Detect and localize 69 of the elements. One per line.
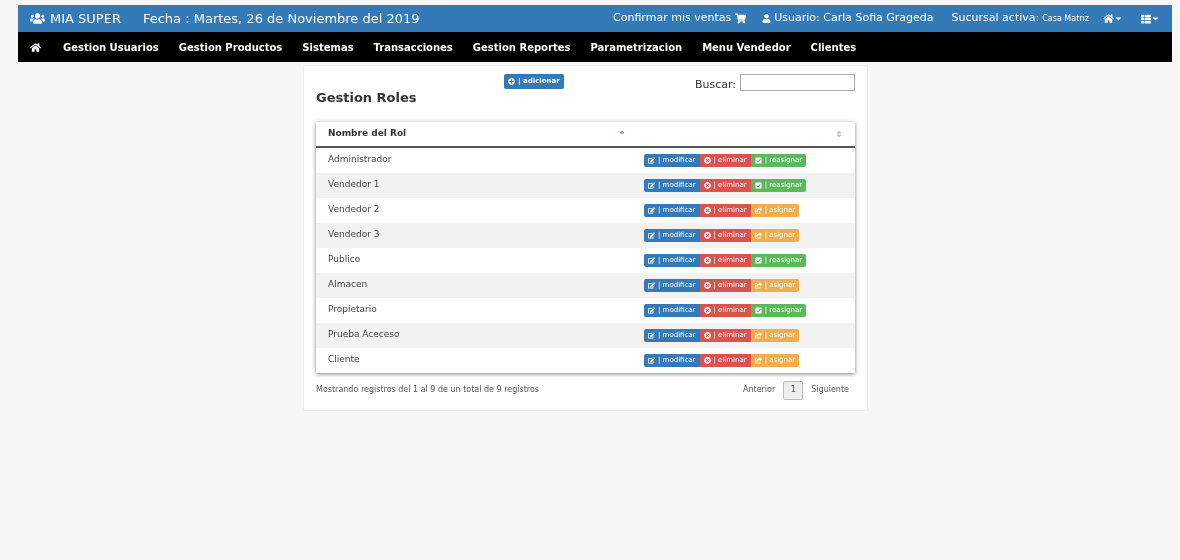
checkbox-icon — [754, 256, 762, 264]
edit-icon — [648, 306, 655, 314]
role-name: Vendedor 1 — [328, 178, 381, 192]
page-button[interactable]: 1 — [783, 380, 804, 400]
share-icon — [754, 231, 762, 239]
role-name: Administrador — [328, 153, 393, 167]
date-text: Fecha : Martes, 26 de Noviembre del 2019 — [142, 9, 420, 28]
role-name: Vendedor 2 — [328, 203, 381, 217]
branch-name: Casa Matriz — [1042, 12, 1089, 25]
edit-icon — [648, 356, 655, 364]
checkbox-icon — [754, 306, 762, 314]
close-icon — [703, 306, 711, 314]
nav-menu-item[interactable]: Menu Vendedor — [692, 39, 801, 55]
share-icon — [754, 281, 762, 289]
user-icon — [762, 14, 772, 23]
column-header[interactable]: Nombre del Rol — [328, 126, 618, 141]
nav-menu-item[interactable]: Gestion Productos — [168, 39, 293, 55]
confirm-sales-link[interactable]: Confirmar mis ventas — [613, 10, 747, 27]
checkbox-icon — [754, 181, 762, 189]
edit-icon — [648, 331, 655, 339]
branch-label: Sucursal activa: — [951, 10, 1040, 27]
share-icon — [754, 206, 762, 214]
close-icon — [703, 181, 711, 189]
nav-menu-item[interactable]: Sistemas — [292, 39, 364, 55]
role-name: Publico — [328, 253, 362, 267]
close-icon — [703, 156, 711, 164]
edit-icon — [648, 181, 655, 189]
home-icon — [30, 41, 41, 53]
search-field[interactable] — [740, 74, 855, 91]
nav-menu-item[interactable]: Gestion Reportes — [462, 39, 581, 55]
users-icon — [30, 11, 45, 26]
caret-icon — [1114, 14, 1123, 23]
plus-icon — [508, 77, 515, 85]
list-icon — [1141, 13, 1151, 24]
nav-menu-item[interactable]: Parametrizacion — [580, 39, 693, 55]
edit-icon — [648, 156, 655, 164]
share-icon — [754, 331, 762, 339]
nav-menu-item[interactable]: Gestion Usuarios — [53, 39, 169, 55]
home-menu-button[interactable] — [1103, 13, 1123, 24]
edit-icon — [648, 206, 655, 214]
close-icon — [703, 206, 711, 214]
close-icon — [703, 256, 711, 264]
search-label: Buscar: — [694, 77, 736, 93]
role-name: Prueba Aceceso — [328, 328, 401, 342]
role-name: Almacen — [328, 278, 369, 292]
role-name: Propietario — [328, 303, 378, 317]
edit-icon — [648, 281, 655, 289]
close-icon — [703, 231, 711, 239]
user-name: Usuario: Carla Sofia Grageda — [774, 10, 934, 27]
next-link[interactable]: Siguiente — [811, 384, 849, 396]
close-icon — [703, 331, 711, 339]
caret-icon — [1151, 14, 1160, 23]
close-icon — [703, 356, 711, 364]
page-title: Gestion Roles — [316, 89, 418, 107]
home-icon — [1103, 13, 1114, 24]
cart-icon — [735, 13, 747, 24]
list-menu-button[interactable] — [1141, 13, 1160, 24]
share-icon — [754, 356, 762, 364]
brand-name[interactable]: MIA SUPER — [50, 8, 121, 29]
checkbox-icon — [754, 156, 762, 164]
nav-menu-item[interactable]: Transacciones — [363, 39, 463, 55]
role-name: Cliente — [328, 353, 361, 367]
edit-icon — [648, 256, 655, 264]
nav-menu-item[interactable]: Clientes — [800, 39, 867, 55]
previous-link[interactable]: Anterior — [742, 384, 776, 396]
close-icon — [703, 281, 711, 289]
edit-icon — [648, 231, 655, 239]
role-name: Vendedor 3 — [328, 228, 381, 242]
records-info: Mostrando registros del 1 al 9 de un total de 9 registros — [316, 384, 539, 396]
